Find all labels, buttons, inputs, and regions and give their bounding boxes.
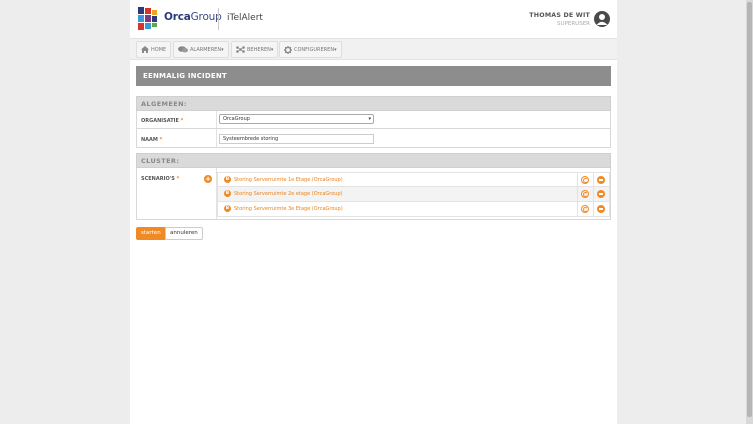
avatar-icon[interactable] — [594, 11, 610, 27]
nav-beheren[interactable]: BEHEREN ▾ — [231, 41, 279, 58]
scenario-link[interactable]: Storing Serverruimte 2e etage (OrcaGroup… — [234, 191, 343, 197]
main-navigation: HOME ALARMEREN ▾ BEHEREN ▾ CONFIGUREREN ▾ — [130, 38, 617, 60]
scenario-badge: B — [224, 190, 231, 197]
scrollbar-thumb[interactable] — [747, 2, 752, 417]
scenarios-row: SCENARIO'S * + B Storing Serverruimte 1e… — [136, 168, 611, 220]
user-role: SUPERUSER — [557, 21, 590, 27]
scenario-row: B Storing Serverruimte 2e etage (OrcaGro… — [217, 187, 610, 202]
edit-scenario-icon[interactable] — [581, 176, 589, 184]
user-name[interactable]: THOMAS DE WIT — [529, 12, 590, 19]
page-container: OrcaGroup iTelAlert THOMAS DE WIT SUPERU… — [130, 0, 617, 424]
scenario-list: B Storing Serverruimte 1e Etage (OrcaGro… — [217, 172, 610, 217]
name-label: NAAM * — [141, 137, 163, 143]
chevron-down-icon: ▾ — [334, 46, 337, 53]
nav-home-label: HOME — [151, 46, 167, 53]
nav-beheren-label: BEHEREN — [247, 46, 271, 53]
organisation-label: ORGANISATIE * — [141, 118, 184, 124]
app-title: iTelAlert — [227, 13, 263, 23]
column-divider — [577, 187, 578, 201]
orca-logo-icon — [138, 7, 157, 30]
scenarios-label: SCENARIO'S * — [141, 176, 180, 182]
gear-icon — [284, 45, 292, 54]
edit-scenario-icon[interactable] — [581, 190, 589, 198]
scenario-row: B Storing Serverruimte 3e Etage (OrcaGro… — [217, 202, 610, 217]
edit-scenario-icon[interactable] — [581, 205, 589, 213]
nav-home[interactable]: HOME — [136, 41, 172, 58]
organisation-select[interactable]: OrcaGroup ▾ — [219, 114, 374, 124]
page-title: EENMALIG INCIDENT — [136, 66, 611, 86]
home-icon — [141, 46, 149, 53]
add-scenario-button[interactable]: + — [204, 175, 212, 183]
scenario-row: B Storing Serverruimte 1e Etage (OrcaGro… — [217, 172, 610, 187]
chat-bubbles-icon — [178, 46, 188, 53]
nav-configureren-label: CONFIGUREREN — [294, 46, 335, 53]
header: OrcaGroup iTelAlert THOMAS DE WIT SUPERU… — [130, 0, 617, 38]
scenario-badge: B — [224, 205, 231, 212]
column-divider — [216, 111, 217, 128]
nav-configureren[interactable]: CONFIGUREREN ▾ — [279, 41, 342, 58]
chevron-down-icon: ▾ — [270, 46, 274, 53]
vertical-scrollbar[interactable] — [746, 0, 753, 424]
chevron-down-icon: ▾ — [221, 46, 224, 53]
section-heading-cluster: CLUSTER: — [136, 153, 611, 168]
logo-text: OrcaGroup — [164, 11, 222, 23]
organisation-select-value: OrcaGroup — [223, 116, 250, 122]
column-divider — [593, 187, 594, 201]
scenario-link[interactable]: Storing Serverruimte 1e Etage (OrcaGroup… — [234, 177, 343, 183]
column-divider — [577, 202, 578, 216]
cancel-button[interactable]: annuleren — [165, 227, 203, 240]
network-icon — [236, 46, 245, 53]
start-button[interactable]: starten — [136, 227, 166, 240]
header-divider — [218, 8, 219, 30]
nav-alarmeren-label: ALARMEREN — [190, 46, 222, 53]
column-divider — [593, 202, 594, 216]
remove-scenario-icon[interactable] — [597, 205, 605, 213]
scenario-link[interactable]: Storing Serverruimte 3e Etage (OrcaGroup… — [234, 206, 343, 212]
chevron-down-icon: ▾ — [368, 116, 371, 122]
column-divider — [593, 173, 594, 186]
name-row: NAAM * Systeembrede storing — [136, 129, 611, 148]
column-divider — [216, 129, 217, 147]
nav-alarmeren[interactable]: ALARMEREN ▾ — [173, 41, 229, 58]
remove-scenario-icon[interactable] — [597, 176, 605, 184]
column-divider — [577, 173, 578, 186]
remove-scenario-icon[interactable] — [597, 190, 605, 198]
organisation-row: ORGANISATIE * OrcaGroup ▾ — [136, 111, 611, 129]
scenario-badge: B — [224, 176, 231, 183]
name-input[interactable]: Systeembrede storing — [219, 134, 374, 144]
section-heading-general: ALGEMEEN: — [136, 96, 611, 111]
